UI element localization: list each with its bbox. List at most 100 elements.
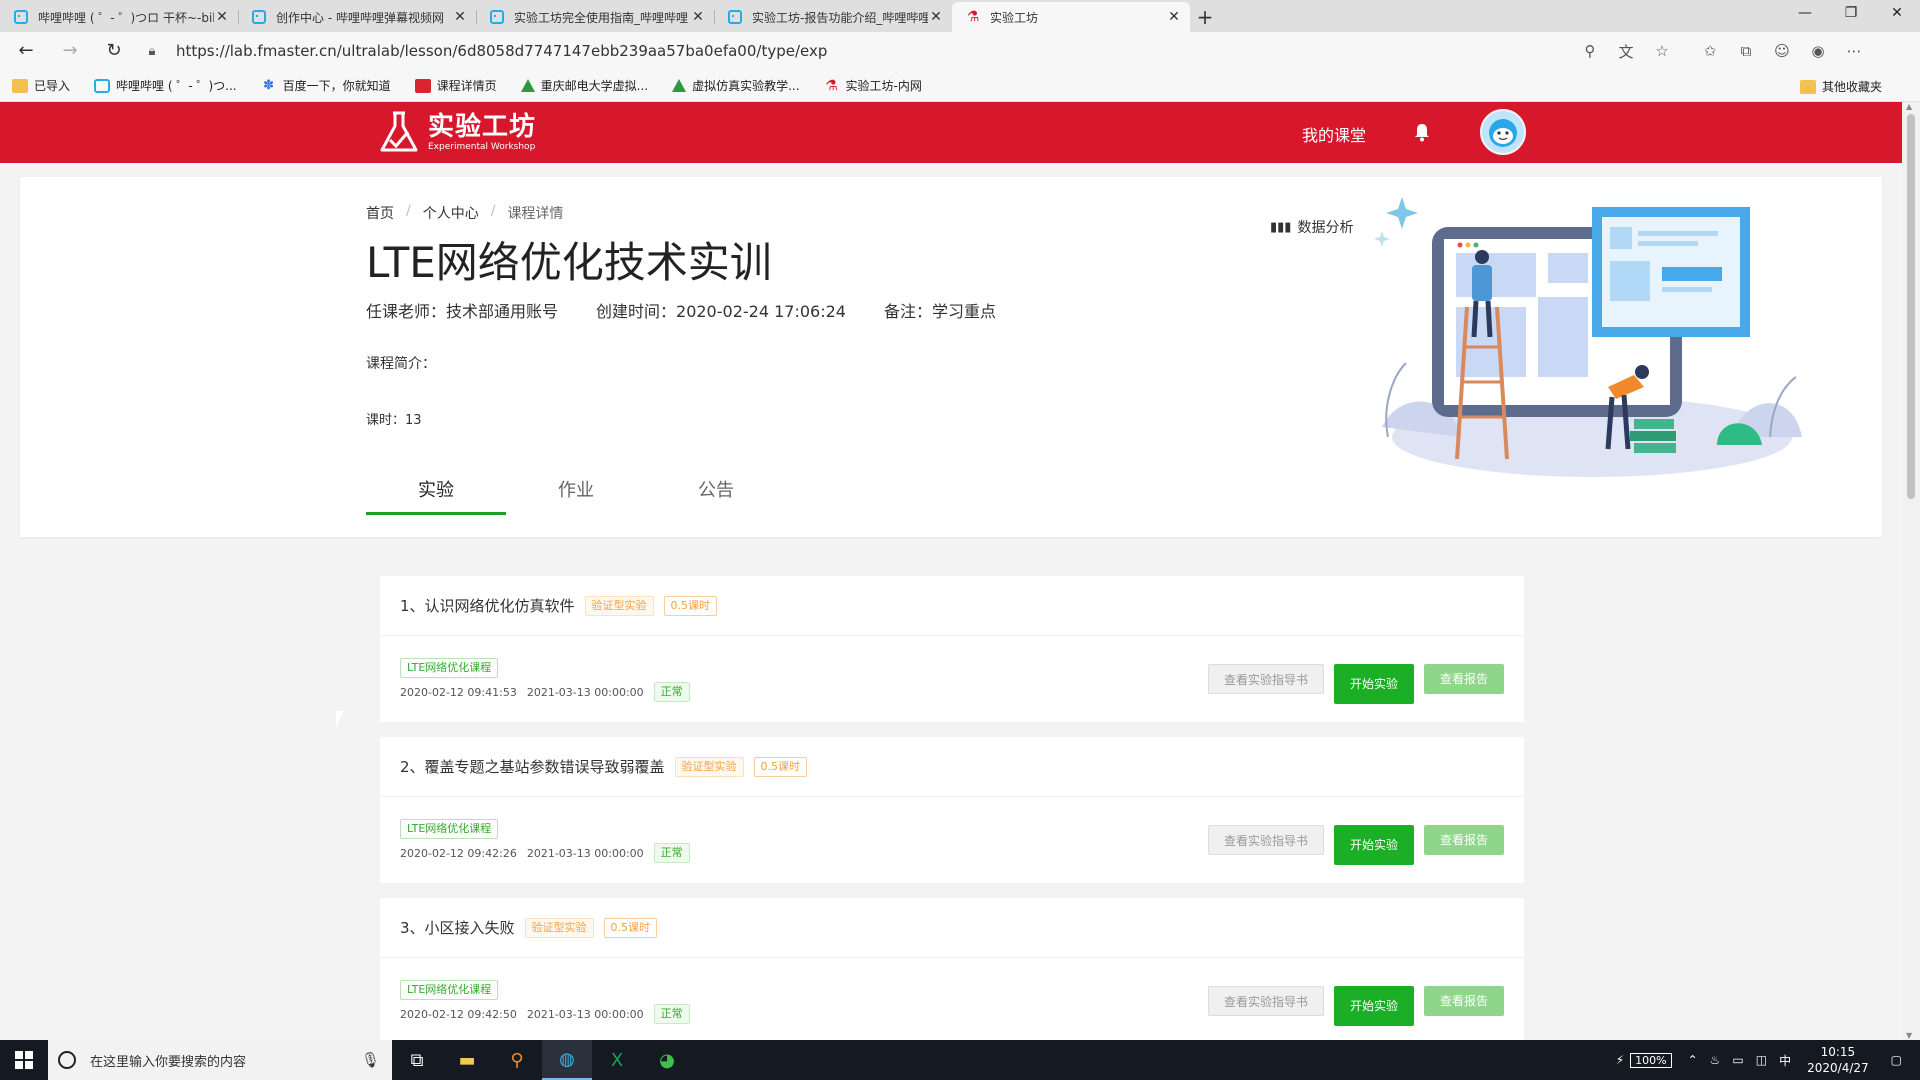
task-view-icon[interactable]: ⧉ [392,1040,442,1080]
tab-experiments[interactable]: 实验 [366,471,506,515]
bilibili-icon [252,10,266,24]
course-intro: 课程简介： [366,356,436,372]
view-guide-button[interactable]: 查看实验指导书 [1208,986,1324,1016]
view-report-button[interactable]: 查看报告 [1424,825,1504,855]
favorites-icon[interactable]: ✩ [1692,42,1728,60]
browser-tab-active[interactable]: ⚗ 实验工坊 ✕ [952,2,1190,32]
scroll-up-icon[interactable]: ▲ [1906,102,1912,111]
folder-icon [1799,79,1816,94]
browser-tab[interactable]: 实验工坊完全使用指南_哔哩哔哩 ✕ [476,2,714,32]
data-analysis-link[interactable]: ▮▮▮ 数据分析 [1270,217,1353,237]
breadcrumb: 首页 / 个人中心 / 课程详情 [366,203,564,223]
page-scrollbar[interactable]: ▲ ▼ [1902,102,1920,1040]
course-tag: LTE网络优化课程 [400,819,499,839]
more-icon[interactable]: ⋯ [1836,42,1872,60]
url-field[interactable]: 🔒︎ https://lab.fmaster.cn/ultralab/lesso… [140,36,1572,66]
microphone-icon[interactable]: 🎙︎ [361,1051,380,1069]
ime-indicator[interactable]: 中 [1779,1052,1791,1069]
red-app-icon [414,78,431,93]
bookmark-item[interactable]: 重庆邮电大学虚拟... [520,77,648,94]
bookmark-item[interactable]: 虚拟仿真实验教学... [672,77,800,94]
other-bookmarks[interactable]: 其他收藏夹 [1799,78,1882,95]
start-experiment-button[interactable]: 开始实验 [1334,825,1414,865]
zoom-icon[interactable]: ⚲ [1572,42,1608,60]
browser-tab[interactable]: 实验工坊-报告功能介绍_哔哩哔哩 ✕ [714,2,952,32]
battery-icon[interactable]: ▭ [1732,1053,1743,1067]
start-experiment-button[interactable]: 开始实验 [1334,664,1414,704]
close-icon[interactable]: ✕ [452,9,468,25]
bilibili-icon [14,10,28,24]
avatar[interactable] [1480,109,1526,155]
bookmark-item[interactable]: 课程详情页 [414,77,497,94]
forward-icon[interactable]: → [52,36,88,66]
bookmark-item[interactable]: ✽ 百度一下，你就知道 [261,77,390,94]
close-window-icon[interactable]: ✕ [1874,0,1920,30]
profile-icon[interactable]: ◉ [1800,42,1836,60]
start-experiment-button[interactable]: 开始实验 [1334,986,1414,1026]
collections-icon[interactable]: ⧉ [1728,42,1764,60]
experiment-title[interactable]: 1、认识网络优化仿真软件 [400,595,575,616]
translate-icon[interactable]: 文 [1608,41,1644,62]
list-item: 2、覆盖专题之基站参数错误导致弱覆盖 验证型实验 0.5课时 LTE网络优化课程… [380,737,1524,883]
battery-indicator[interactable]: 100% [1630,1052,1672,1068]
notification-icon[interactable]: ▢ [1891,1053,1902,1067]
experiment-type-tag: 验证型实验 [674,756,744,777]
experiment-title[interactable]: 3、小区接入失败 [400,917,515,938]
favorite-star-icon[interactable]: ☆ [1644,42,1680,60]
browser-tab[interactable]: 哔哩哔哩 ( ゜- ゜)つロ 干杯~-bili ✕ [0,2,238,32]
view-guide-button[interactable]: 查看实验指导书 [1208,825,1324,855]
close-icon[interactable]: ✕ [928,9,944,25]
tab-announcements[interactable]: 公告 [646,471,786,515]
network-icon[interactable]: ◫ [1756,1053,1767,1067]
status-badge: 正常 [653,843,690,863]
file-explorer-icon[interactable]: ▬ [442,1040,492,1080]
site-logo[interactable]: 实验工坊 Experimental Workshop [378,110,536,154]
minimize-icon[interactable]: — [1782,0,1828,30]
close-icon[interactable]: ✕ [690,9,706,25]
close-icon[interactable]: ✕ [1166,9,1182,25]
tab-homework[interactable]: 作业 [506,471,646,515]
scroll-down-icon[interactable]: ▼ [1906,1031,1912,1040]
excel-icon[interactable]: X [592,1040,642,1080]
bar-chart-icon: ▮▮▮ [1270,219,1292,235]
refresh-icon[interactable]: ↻ [96,36,132,66]
experiment-title[interactable]: 2、覆盖专题之基站参数错误导致弱覆盖 [400,756,665,777]
restore-icon[interactable]: ❐ [1828,0,1874,30]
my-class-link[interactable]: 我的课堂 [1302,122,1366,146]
bell-icon[interactable] [1413,122,1431,142]
course-tabs: 实验 作业 公告 [366,471,786,515]
wechat-icon[interactable]: ◕ [642,1040,692,1080]
power-icon[interactable]: ⚡ [1616,1053,1624,1067]
windows-start-icon[interactable] [0,1040,48,1080]
search-app-icon[interactable]: ⚲ [492,1040,542,1080]
antivirus-icon[interactable]: ♨ [1710,1053,1721,1067]
taskbar-search-box[interactable]: 在这里输入你要搜索的内容 🎙︎ [48,1040,392,1080]
scrollbar-thumb[interactable] [1907,114,1915,499]
new-tab-button[interactable]: + [1190,2,1220,32]
breadcrumb-home[interactable]: 首页 [366,203,394,223]
feedback-icon[interactable]: ☺ [1764,42,1800,60]
cortana-icon [58,1051,76,1069]
bookmark-item[interactable]: 哔哩哔哩 ( ゜- ゜)つ... [94,77,237,94]
bookmark-item[interactable]: ⚗ 实验工坊-内网 [824,77,922,94]
course-teacher: 任课老师：技术部通用账号 [366,302,559,321]
chevron-up-icon[interactable]: ⌃ [1688,1053,1698,1067]
site-header: 实验工坊 Experimental Workshop 我的课堂 [0,102,1902,163]
logo-title: 实验工坊 [428,111,537,142]
close-icon[interactable]: ✕ [214,9,230,25]
status-badge: 正常 [653,1004,690,1024]
flask-logo-icon [380,111,418,152]
workshop-illustration [1374,197,1802,477]
view-report-button[interactable]: 查看报告 [1424,664,1504,694]
bilibili-icon [490,10,504,24]
taskbar-clock[interactable]: 10:15 2020/4/27 [1807,1044,1869,1076]
course-hours: 课时：13 [366,413,422,428]
bookmark-item[interactable]: 已导入 [12,77,70,94]
address-bar: ← → ↻ 🔒︎ https://lab.fmaster.cn/ultralab… [0,32,1920,70]
browser-tab[interactable]: 创作中心 - 哔哩哔哩弹幕视频网 ✕ [238,2,476,32]
view-report-button[interactable]: 查看报告 [1424,986,1504,1016]
back-icon[interactable]: ← [8,36,44,66]
edge-browser-icon[interactable]: ◍ [542,1040,592,1080]
breadcrumb-personal-center[interactable]: 个人中心 [423,203,479,223]
view-guide-button[interactable]: 查看实验指导书 [1208,664,1324,694]
